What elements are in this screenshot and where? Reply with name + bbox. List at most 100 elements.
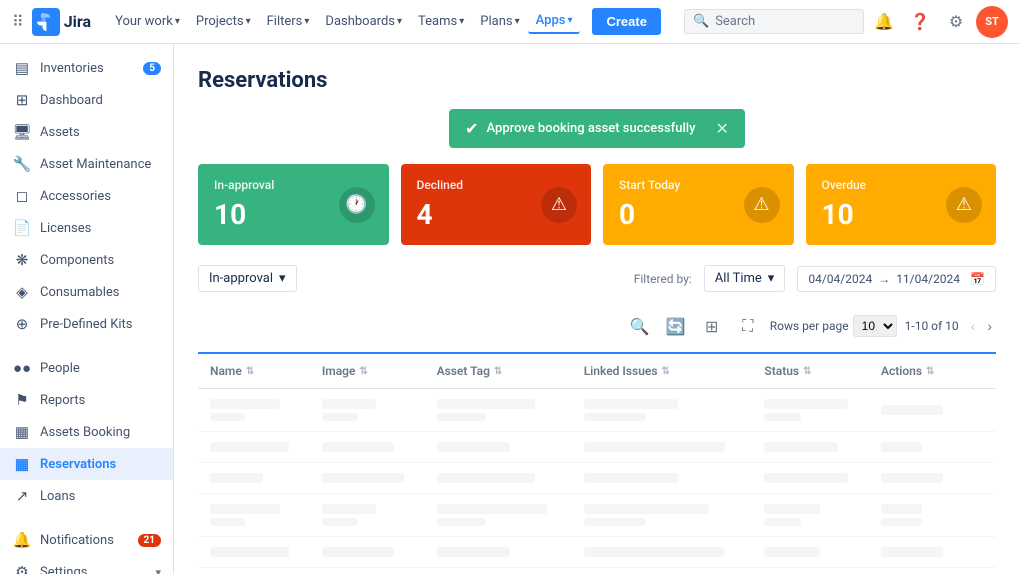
sort-icon-asset-tag[interactable]: ⇅ <box>494 366 502 377</box>
td-status <box>752 463 869 494</box>
sidebar-item-assets-booking[interactable]: ▦Assets Booking <box>0 416 173 448</box>
sort-icon-image[interactable]: ⇅ <box>359 366 367 377</box>
sidebar-item-loans[interactable]: ↗Loans <box>0 480 173 512</box>
td-linked-issues <box>572 537 753 568</box>
topnav-item-projects[interactable]: Projects ▾ <box>188 10 259 33</box>
td-status <box>752 389 869 432</box>
components-icon: ❋ <box>12 251 32 269</box>
table-row <box>198 568 996 574</box>
page-title: Reservations <box>198 68 996 93</box>
td-image <box>310 537 425 568</box>
arrow-icon: → <box>878 272 890 286</box>
chevron-down-icon: ▾ <box>397 16 402 27</box>
th-image: Image⇅ <box>310 354 425 389</box>
logo[interactable]: Jira <box>32 8 91 36</box>
td-asset-tag <box>425 537 572 568</box>
chevron-down-icon: ▾ <box>567 15 572 26</box>
td-asset-tag <box>425 463 572 494</box>
topnav-item-teams[interactable]: Teams ▾ <box>410 10 472 33</box>
toast-message: Approve booking asset successfully <box>487 121 696 136</box>
th-label-linked-issues: Linked Issues <box>584 364 658 378</box>
th-label-actions: Actions <box>881 364 922 378</box>
status-filter[interactable]: In-approval ▾ <box>198 265 297 292</box>
settings-icon-btn[interactable]: ⚙ <box>940 6 972 38</box>
refresh-icon[interactable]: 🔄 <box>662 312 690 340</box>
prev-page-btn[interactable]: ‹ <box>967 316 980 336</box>
td-asset-tag <box>425 389 572 432</box>
search-table-icon[interactable]: 🔍 <box>626 312 654 340</box>
stat-card-in-approval[interactable]: In-approval 10 🕐 <box>198 164 389 245</box>
topnav-item-plans[interactable]: Plans ▾ <box>472 10 527 33</box>
topnav-item-filters[interactable]: Filters ▾ <box>259 10 318 33</box>
td-status <box>752 537 869 568</box>
sidebar-item-accessories[interactable]: ◻Accessories <box>0 180 173 212</box>
assets-booking-icon: ▦ <box>12 423 32 441</box>
stat-card-icon-declined: ⚠ <box>541 187 577 223</box>
td-name <box>198 463 310 494</box>
sidebar-item-consumables[interactable]: ◈ Consumables <box>0 276 173 308</box>
fullscreen-icon[interactable]: ⛶ <box>734 312 762 340</box>
date-range-filter[interactable]: 04/04/2024 → 11/04/2024 📅 <box>797 266 996 292</box>
sort-icon-status[interactable]: ⇅ <box>803 366 811 377</box>
stat-card-start-today[interactable]: Start Today 0 ⚠ <box>603 164 794 245</box>
sort-icon-linked-issues[interactable]: ⇅ <box>662 366 670 377</box>
grid-icon[interactable]: ⠿ <box>12 12 24 31</box>
jira-logo-icon <box>32 8 60 36</box>
search-icon: 🔍 <box>693 14 709 29</box>
rows-per-page: Rows per page 10 25 50 <box>770 315 897 337</box>
sidebar-item-licenses[interactable]: 📄 Licenses <box>0 212 173 244</box>
chevron-down-icon-2: ▾ <box>768 271 775 286</box>
topnav-item-dashboards[interactable]: Dashboards ▾ <box>317 10 410 33</box>
reports-icon: ⚑ <box>12 391 32 409</box>
sidebar-label-people: People <box>40 361 80 376</box>
chevron-down-icon: ▾ <box>175 16 180 27</box>
sidebar-item-settings[interactable]: ⚙Settings▾ <box>0 556 173 574</box>
sidebar-item-reservations[interactable]: ▦Reservations <box>0 448 173 480</box>
sidebar-item-people[interactable]: ●●People <box>0 352 173 384</box>
help-icon-btn[interactable]: ❓ <box>904 6 936 38</box>
th-label-asset-tag: Asset Tag <box>437 364 490 378</box>
stat-card-icon-in-approval: 🕐 <box>339 187 375 223</box>
next-page-btn[interactable]: › <box>983 316 996 336</box>
sidebar-item-notifications[interactable]: 🔔Notifications21 <box>0 524 173 556</box>
create-button[interactable]: Create <box>592 8 660 35</box>
sidebar-label-asset-maintenance: Asset Maintenance <box>40 157 151 172</box>
toast-close-btn[interactable]: ✕ <box>715 119 728 138</box>
topnav-item-your-work[interactable]: Your work ▾ <box>107 10 188 33</box>
sidebar-item-reports[interactable]: ⚑Reports <box>0 384 173 416</box>
search-bar[interactable]: 🔍 Search <box>684 9 864 34</box>
user-avatar[interactable]: ST <box>976 6 1008 38</box>
sidebar-item-pre-defined-kits[interactable]: ⊕Pre-Defined Kits <box>0 308 173 340</box>
stat-card-overdue[interactable]: Overdue 10 ⚠ <box>806 164 997 245</box>
licenses-icon: 📄 <box>12 219 32 237</box>
stat-card-declined[interactable]: Declined 4 ⚠ <box>401 164 592 245</box>
time-filter[interactable]: All Time ▾ <box>704 265 786 292</box>
sidebar-item-inventories[interactable]: ▤Inventories5 <box>0 52 173 84</box>
columns-icon[interactable]: ⊞ <box>698 312 726 340</box>
th-label-status: Status <box>764 364 799 378</box>
sort-icon-actions[interactable]: ⇅ <box>926 366 934 377</box>
sidebar-item-assets[interactable]: 🖥Assets <box>0 116 173 148</box>
main-content: Reservations ✔ Approve booking asset suc… <box>174 44 1020 574</box>
asset-maintenance-icon: 🔧 <box>12 155 32 173</box>
sidebar-item-components[interactable]: ❋Components <box>0 244 173 276</box>
sidebar-label-consumables: Consumables <box>40 285 119 300</box>
td-status <box>752 568 869 574</box>
notifications-icon-btn[interactable]: 🔔 <box>868 6 900 38</box>
td-actions <box>869 568 996 574</box>
rows-per-page-select[interactable]: 10 25 50 <box>853 315 897 337</box>
sort-icon-name[interactable]: ⇅ <box>246 366 254 377</box>
td-image <box>310 432 425 463</box>
sidebar-label-licenses: Licenses <box>40 221 91 236</box>
sidebar-item-dashboard[interactable]: ⊞Dashboard <box>0 84 173 116</box>
inventories-icon: ▤ <box>12 59 32 77</box>
toast-check-icon: ✔ <box>465 119 478 138</box>
reservations-icon: ▦ <box>12 455 32 473</box>
chevron-down-icon: ▾ <box>515 16 520 27</box>
sidebar-item-asset-maintenance[interactable]: 🔧 Asset Maintenance <box>0 148 173 180</box>
consumables-icon: ◈ <box>12 283 32 301</box>
td-asset-tag <box>425 568 572 574</box>
date-to: 11/04/2024 <box>896 272 960 286</box>
topnav-item-apps[interactable]: Apps ▾ <box>528 9 581 34</box>
td-asset-tag <box>425 494 572 537</box>
